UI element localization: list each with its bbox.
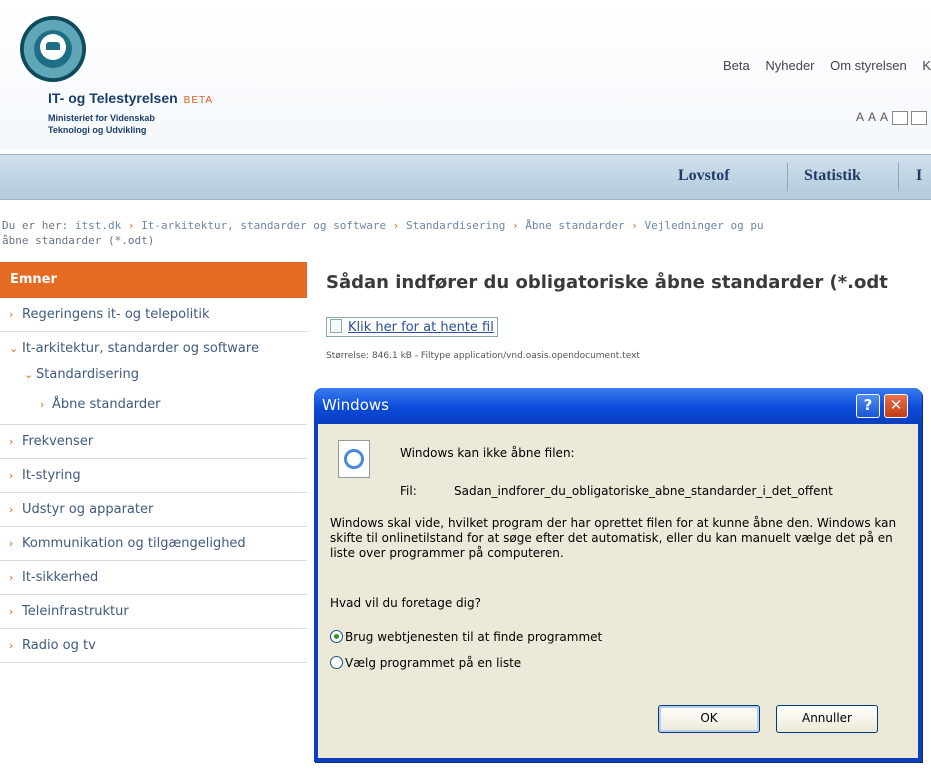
org-subtitle: Ministeriet for Videnskab Teknologi og U… (48, 112, 155, 136)
site-header: IT- og Telestyrelsen BETA Ministeriet for… (0, 0, 931, 150)
breadcrumb-item[interactable]: It-arkitektur, standarder og software (141, 219, 386, 232)
chevron-down-icon: ⌄ (24, 368, 34, 381)
font-tools: A A A (856, 110, 927, 125)
sidebar-item-it-styring[interactable]: › It-styring (0, 459, 307, 493)
radio-label: Brug webtjenesten til at finde programme… (345, 630, 603, 644)
sidebar-item-kommunikation[interactable]: › Kommunikation og tilgængelighed (0, 527, 307, 561)
nav-separator (787, 163, 788, 191)
breadcrumb-current: åbne standarder (*.odt) (2, 234, 155, 247)
nav-item-statistik[interactable]: Statistik (804, 167, 861, 185)
breadcrumb-arrow-icon: › (511, 219, 519, 232)
nav-item-lovstof[interactable]: Lovstof (678, 167, 730, 185)
sidebar-item-frekvenser[interactable]: › Frekvenser (0, 425, 307, 459)
nav-item-more[interactable]: I (916, 167, 922, 185)
chevron-right-icon: › (9, 571, 14, 584)
sidebar-item-label: Åbne standarder (52, 397, 161, 412)
dialog-question: Hvad vil du foretage dig? (330, 596, 481, 610)
top-link-om-styrelsen[interactable]: Om styrelsen (830, 58, 907, 73)
sidebar-item-label: It-styring (22, 468, 81, 483)
chevron-right-icon: › (9, 435, 14, 448)
dialog-title: Windows (322, 396, 389, 414)
top-link-k[interactable]: K (922, 58, 931, 73)
chevron-right-icon: › (9, 537, 14, 550)
breadcrumb-arrow-icon: › (392, 219, 400, 232)
nav-separator (898, 163, 899, 191)
main-nav: Lovstof Statistik I (0, 154, 931, 200)
email-icon[interactable] (911, 110, 927, 125)
sidebar-item-label: Kommunikation og tilgængelighed (22, 536, 246, 551)
file-search-icon (338, 440, 370, 478)
chevron-down-icon: ⌄ (9, 342, 19, 355)
sidebar-item-label: It-arkitektur, standarder og software (22, 341, 259, 356)
breadcrumb-prefix: Du er her: (2, 219, 69, 232)
radio-unselected-icon (330, 656, 343, 669)
sidebar-item-label: Teleinfrastruktur (22, 604, 129, 619)
print-icon[interactable] (892, 110, 908, 125)
crown-logo-icon[interactable] (20, 16, 86, 82)
radio-label: Vælg programmet på en liste (345, 656, 522, 670)
file-icon (330, 319, 342, 333)
breadcrumb-arrow-icon: › (127, 219, 135, 232)
chevron-right-icon: › (9, 308, 14, 321)
sidebar-item-udstyr[interactable]: › Udstyr og apparater (0, 493, 307, 527)
sidebar-item-label: It-sikkerhed (22, 570, 99, 585)
sidebar-header: Emner (0, 262, 307, 298)
sidebar-list: › Regeringens it- og telepolitik ⌄ It-arki… (0, 298, 307, 663)
sidebar-item-label: Udstyr og apparater (22, 502, 154, 517)
chevron-right-icon: › (9, 639, 14, 652)
chevron-right-icon: › (9, 469, 14, 482)
breadcrumb-item[interactable]: itst.dk (75, 219, 121, 232)
breadcrumb-arrow-icon: › (631, 219, 638, 232)
file-name: Sadan_indforer_du_obligatoriske_abne_sta… (454, 484, 833, 498)
file-meta: Størrelse: 846.1 kB - Filtype applicatio… (326, 351, 640, 361)
dialog-explanation: Windows skal vide, hvilket program der h… (330, 516, 897, 560)
sidebar-item-teleinfrastruktur[interactable]: › Teleinfrastruktur (0, 595, 307, 629)
sidebar-item-label: Frekvenser (22, 434, 94, 449)
sidebar-item-standardisering[interactable]: ⌄ Standardisering (0, 358, 307, 388)
org-name-text[interactable]: IT- og Telestyrelsen (48, 90, 178, 106)
dialog-titlebar[interactable]: Windows ? ✕ (314, 388, 922, 424)
file-label: Fil: (400, 484, 417, 498)
ok-button[interactable]: OK (658, 705, 760, 733)
top-links: Beta Nyheder Om styrelsen K (723, 58, 931, 73)
windows-dialog: Windows ? ✕ Windows kan ikke åbne filen:… (314, 388, 922, 762)
radio-selected-icon (330, 630, 343, 643)
sidebar-item-label: Regeringens it- og telepolitik (22, 307, 210, 322)
beta-badge: BETA (183, 95, 214, 106)
breadcrumb: Du er her: itst.dk › It-arkitektur, stan… (2, 218, 931, 248)
help-button[interactable]: ? (856, 394, 880, 418)
chevron-right-icon: › (40, 398, 45, 411)
main-content: Sådan indfører du obligatoriske åbne sta… (326, 262, 931, 361)
sidebar-item-label: Radio og tv (22, 638, 96, 653)
chevron-right-icon: › (9, 605, 14, 618)
download-link-label: Klik her for at hente fil (348, 320, 494, 335)
sidebar: Emner › Regeringens it- og telepolitik ⌄ I… (0, 262, 307, 663)
close-button[interactable]: ✕ (884, 394, 908, 418)
sidebar-item-label: Standardisering (36, 367, 139, 382)
chevron-right-icon: › (9, 503, 14, 516)
breadcrumb-item[interactable]: Vejledninger og pu (644, 219, 763, 232)
sidebar-item-it-sikkerhed[interactable]: › It-sikkerhed (0, 561, 307, 595)
sidebar-item-it-arkitektur[interactable]: ⌄ It-arkitektur, standarder og software (0, 332, 307, 358)
download-link[interactable]: Klik her for at hente fil (326, 317, 498, 337)
breadcrumb-item[interactable]: Åbne standarder (525, 219, 624, 232)
sidebar-item-regeringens[interactable]: › Regeringens it- og telepolitik (0, 298, 307, 332)
page-title: Sådan indfører du obligatoriske åbne sta… (326, 272, 888, 293)
sidebar-item-abne-standarder[interactable]: › Åbne standarder (0, 388, 307, 425)
breadcrumb-item[interactable]: Standardisering (406, 219, 505, 232)
radio-web-service[interactable]: Brug webtjenesten til at finde programme… (330, 630, 900, 644)
org-name[interactable]: IT- og Telestyrelsen BETA (48, 90, 213, 106)
browser-page: IT- og Telestyrelsen BETA Ministeriet for… (0, 0, 931, 772)
radio-select-from-list[interactable]: Vælg programmet på en liste (330, 656, 900, 670)
org-sub-line2: Teknologi og Udvikling (48, 125, 147, 135)
top-link-beta[interactable]: Beta (723, 58, 750, 73)
sidebar-item-radio-tv[interactable]: › Radio og tv (0, 629, 307, 663)
font-size-control[interactable]: A A A (856, 110, 889, 124)
cancel-button[interactable]: Annuller (776, 705, 878, 733)
dialog-message: Windows kan ikke åbne filen: (400, 446, 575, 460)
top-link-nyheder[interactable]: Nyheder (765, 58, 814, 73)
dialog-body: Windows kan ikke åbne filen: Fil: Sadan_… (318, 424, 918, 758)
org-sub-line1: Ministeriet for Videnskab (48, 113, 155, 123)
